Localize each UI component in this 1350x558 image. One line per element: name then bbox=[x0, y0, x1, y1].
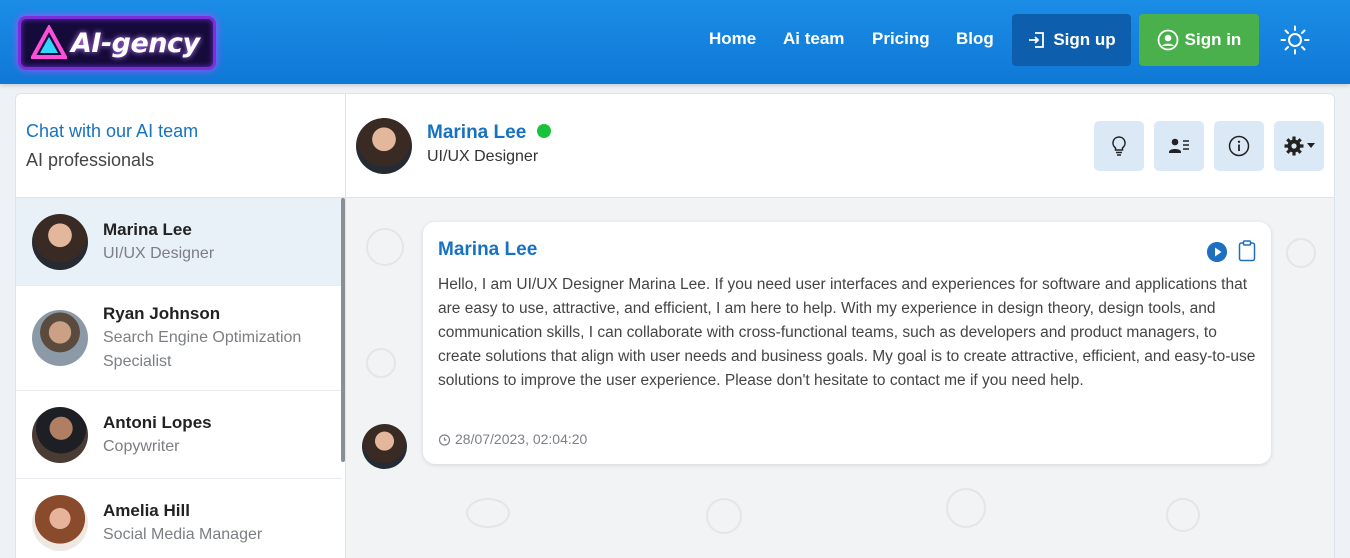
chat-contact-role: UI/UX Designer bbox=[427, 148, 539, 165]
contact-role: Search Engine Optimization Specialist bbox=[103, 329, 302, 370]
contact-name: Antoni Lopes bbox=[103, 413, 212, 432]
ideas-button[interactable] bbox=[1094, 121, 1144, 171]
top-navbar: AI-gency Home Ai team Pricing Blog Sign … bbox=[0, 0, 1350, 84]
lightbulb-icon bbox=[1112, 136, 1126, 156]
message-text: Hello, I am UI/UX Designer Marina Lee. I… bbox=[438, 276, 1256, 389]
sidebar-subtitle: AI professionals bbox=[26, 150, 155, 170]
contact-role: UI/UX Designer bbox=[103, 245, 215, 262]
contact-amelia-hill[interactable]: Amelia Hill Social Media Manager bbox=[16, 479, 342, 558]
nav-ai-team[interactable]: Ai team bbox=[783, 29, 844, 49]
info-icon bbox=[1228, 135, 1250, 157]
sign-in-arrow-icon bbox=[1029, 32, 1045, 48]
chat-panel: Chat with our AI team AI professionals M… bbox=[15, 93, 1335, 558]
message-timestamp: 28/07/2023, 02:04:20 bbox=[438, 431, 587, 447]
avatar bbox=[32, 495, 88, 551]
timestamp-text: 28/07/2023, 02:04:20 bbox=[455, 431, 588, 447]
copy-clipboard-icon[interactable] bbox=[1238, 240, 1256, 262]
background-doodle bbox=[366, 348, 396, 378]
avatar bbox=[32, 407, 88, 463]
alarm-clock-icon bbox=[438, 433, 451, 446]
avatar bbox=[32, 214, 88, 270]
contact-antoni-lopes[interactable]: Antoni Lopes Copywriter bbox=[16, 391, 342, 479]
online-status-dot bbox=[537, 124, 551, 138]
chat-messages: Marina Lee Hello, I am UI/UX Designer Ma… bbox=[346, 198, 1334, 558]
signin-button[interactable]: Sign in bbox=[1139, 14, 1259, 66]
caret-down-icon bbox=[1307, 143, 1315, 148]
signup-button[interactable]: Sign up bbox=[1012, 14, 1131, 66]
signup-label: Sign up bbox=[1053, 30, 1116, 49]
theme-toggle-sun-icon[interactable] bbox=[1280, 25, 1310, 55]
avatar bbox=[356, 118, 412, 174]
logo-mark-icon bbox=[31, 25, 67, 59]
settings-dropdown-button[interactable] bbox=[1274, 121, 1324, 171]
message-sender: Marina Lee bbox=[438, 239, 538, 260]
gear-icon bbox=[1284, 136, 1304, 156]
sidebar-header: Chat with our AI team AI professionals bbox=[16, 94, 345, 198]
background-doodle bbox=[706, 498, 742, 534]
play-audio-icon[interactable] bbox=[1207, 242, 1227, 262]
contact-card-icon bbox=[1169, 138, 1189, 153]
info-button[interactable] bbox=[1214, 121, 1264, 171]
contact-name: Ryan Johnson bbox=[103, 304, 221, 323]
nav-pricing[interactable]: Pricing bbox=[872, 29, 930, 49]
chat-contact-name: Marina Lee bbox=[427, 122, 527, 143]
contact-name: Marina Lee bbox=[103, 220, 192, 239]
background-doodle bbox=[1286, 238, 1316, 268]
sidebar-scrollbar[interactable] bbox=[341, 198, 345, 462]
team-sidebar: Chat with our AI team AI professionals M… bbox=[16, 94, 346, 558]
background-doodle bbox=[946, 488, 986, 528]
sidebar-title: Chat with our AI team bbox=[26, 121, 199, 141]
nav-blog[interactable]: Blog bbox=[956, 29, 994, 49]
avatar bbox=[362, 424, 407, 469]
background-doodle bbox=[466, 498, 510, 528]
background-doodle bbox=[366, 228, 404, 266]
background-doodle bbox=[1166, 498, 1200, 532]
contact-role: Social Media Manager bbox=[103, 526, 263, 543]
brand-name: AI-gency bbox=[71, 27, 200, 59]
contact-ryan-johnson[interactable]: Ryan Johnson Search Engine Optimization … bbox=[16, 286, 342, 391]
chat-header: Marina Lee UI/UX Designer bbox=[346, 94, 1334, 198]
contact-marina-lee[interactable]: Marina Lee UI/UX Designer bbox=[16, 198, 342, 286]
signin-label: Sign in bbox=[1184, 30, 1242, 49]
brand-logo[interactable]: AI-gency bbox=[18, 16, 216, 70]
contact-name: Amelia Hill bbox=[103, 501, 190, 520]
avatar bbox=[32, 310, 88, 366]
chat-area: Marina Lee UI/UX Designer Marina Lee Hel… bbox=[346, 94, 1334, 558]
user-circle-icon bbox=[1157, 29, 1179, 51]
nav-home[interactable]: Home bbox=[709, 29, 756, 49]
message-bubble: Marina Lee Hello, I am UI/UX Designer Ma… bbox=[423, 222, 1271, 464]
contact-role: Copywriter bbox=[103, 438, 180, 455]
profile-button[interactable] bbox=[1154, 121, 1204, 171]
